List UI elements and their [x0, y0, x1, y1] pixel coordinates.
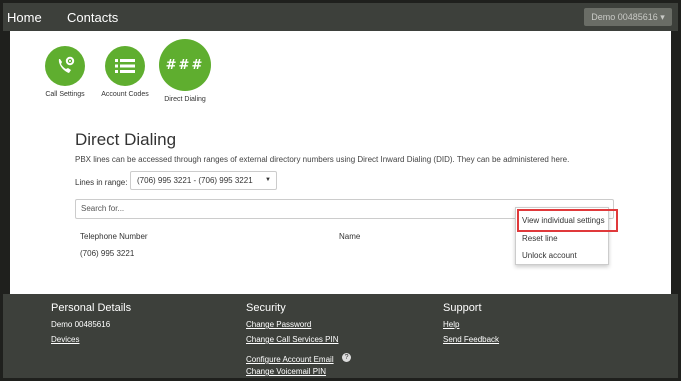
footer-configure-email-row: Configure Account Email ?: [246, 349, 352, 367]
footer-heading-support: Support: [443, 302, 482, 314]
tile-direct-dialing[interactable]: ### Direct Dialing: [155, 39, 215, 104]
top-nav-bar: Home Contacts Demo 00485616 ▾: [3, 3, 678, 31]
nav-home-link[interactable]: Home: [7, 10, 42, 25]
footer-link-devices[interactable]: Devices: [51, 335, 79, 344]
phone-gear-icon: [45, 46, 85, 86]
footer: Personal Details Demo 00485616 Devices S…: [3, 294, 678, 378]
footer-link-change-pin[interactable]: Change Call Services PIN: [246, 335, 338, 344]
account-dropdown-button[interactable]: Demo 00485616 ▾: [584, 8, 672, 26]
column-header-name: Name: [339, 232, 361, 241]
highlight-box: [517, 209, 618, 232]
tile-account-codes[interactable]: Account Codes: [95, 46, 155, 99]
app-frame: Home Contacts Demo 00485616 ▾ Call Setti…: [0, 0, 681, 381]
question-icon[interactable]: ?: [342, 353, 352, 363]
footer-heading-security: Security: [246, 302, 286, 314]
lines-range-select[interactable]: (706) 995 3221 - (706) 995 3221 ▼: [130, 171, 277, 190]
column-header-telephone: Telephone Number: [80, 232, 148, 241]
footer-link-voicemail-pin[interactable]: Change Voicemail PIN: [246, 367, 326, 376]
main-content: Call Settings Account Codes ### Direct D…: [10, 31, 671, 294]
menu-item-reset-line[interactable]: Reset line: [522, 234, 558, 243]
range-select-value: (706) 995 3221 - (706) 995 3221: [137, 176, 253, 185]
page-description: PBX lines can be accessed through ranges…: [75, 155, 570, 164]
tile-label: Direct Dialing: [164, 96, 206, 103]
table-row[interactable]: (706) 995 3221: [80, 249, 134, 258]
footer-heading-personal: Personal Details: [51, 302, 132, 314]
nav-contacts-link[interactable]: Contacts: [67, 10, 118, 25]
footer-link-send-feedback[interactable]: Send Feedback: [443, 335, 499, 344]
footer-link-configure-email[interactable]: Configure Account Email: [246, 355, 334, 364]
hash-icon: ###: [159, 39, 211, 91]
chevron-down-icon: ▼: [265, 177, 271, 183]
page-title: Direct Dialing: [75, 130, 177, 149]
tile-label: Account Codes: [101, 91, 149, 98]
tile-call-settings[interactable]: Call Settings: [35, 46, 95, 99]
tile-label: Call Settings: [45, 91, 85, 98]
lines-range-label: Lines in range:: [75, 178, 128, 187]
list-icon: [105, 46, 145, 86]
menu-item-unlock-account[interactable]: Unlock account: [522, 251, 577, 260]
footer-link-help[interactable]: Help: [443, 320, 459, 329]
footer-account-name: Demo 00485616: [51, 320, 111, 329]
footer-link-change-password[interactable]: Change Password: [246, 320, 311, 329]
